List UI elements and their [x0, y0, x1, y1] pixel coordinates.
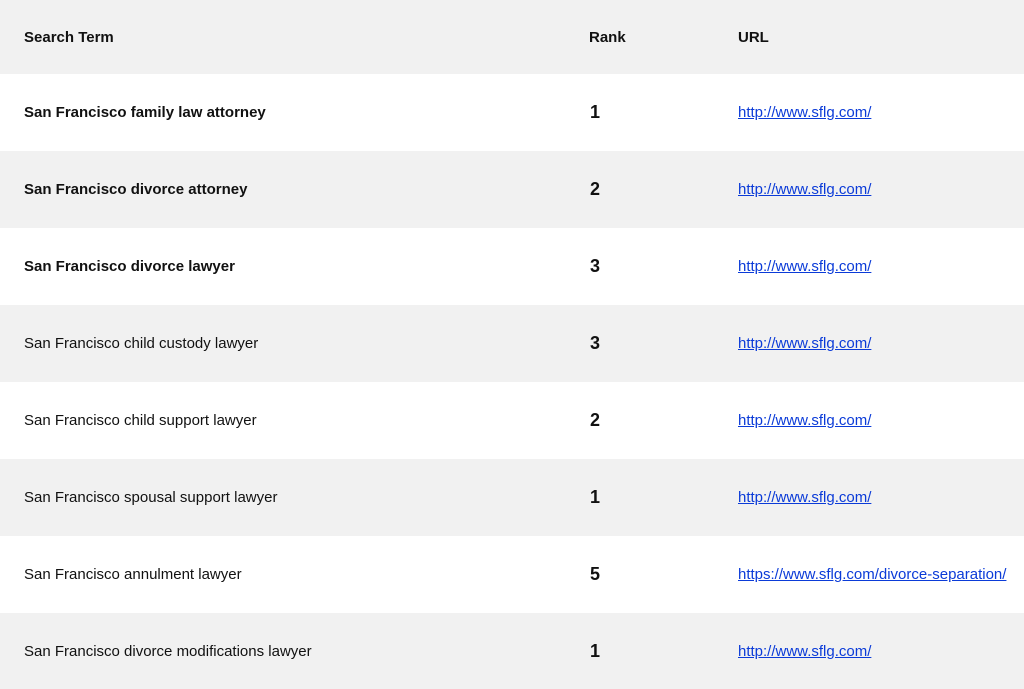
url-link[interactable]: http://www.sflg.com/ [738, 489, 871, 506]
url-link[interactable]: https://www.sflg.com/divorce-separation/ [738, 566, 1006, 583]
search-term-cell: San Francisco spousal support lawyer [24, 489, 278, 506]
rank-cell: 3 [590, 256, 601, 276]
search-term-cell: San Francisco annulment lawyer [24, 566, 242, 583]
rank-cell: 3 [590, 333, 601, 353]
table-row: San Francisco divorce modifications lawy… [0, 613, 1024, 689]
search-term-cell: San Francisco child custody lawyer [24, 335, 259, 352]
url-cell: http://www.sflg.com/ [738, 382, 871, 459]
url-cell: http://www.sflg.com/ [738, 613, 871, 689]
table-row: San Francisco child custody lawyer 3 htt… [0, 305, 1024, 382]
url-link[interactable]: http://www.sflg.com/ [738, 643, 871, 660]
ranking-table: Search Term Rank URL San Francisco famil… [0, 0, 1024, 689]
header-rank: Rank [589, 28, 626, 46]
rank-cell: 5 [590, 564, 601, 584]
table-header-row: Search Term Rank URL [0, 0, 1024, 74]
rank-cell: 1 [590, 641, 601, 661]
url-cell: http://www.sflg.com/ [738, 151, 871, 228]
url-cell: http://www.sflg.com/ [738, 228, 871, 305]
table-row: San Francisco child support lawyer 2 htt… [0, 382, 1024, 459]
url-link[interactable]: http://www.sflg.com/ [738, 258, 871, 275]
table-row: San Francisco divorce attorney 2 http://… [0, 151, 1024, 228]
url-link[interactable]: http://www.sflg.com/ [738, 412, 871, 429]
url-link[interactable]: http://www.sflg.com/ [738, 104, 871, 121]
url-cell: https://www.sflg.com/divorce-separation/ [738, 536, 1006, 613]
url-cell: http://www.sflg.com/ [738, 305, 871, 382]
search-term-cell: San Francisco divorce attorney [24, 181, 248, 198]
rank-cell: 1 [590, 102, 601, 122]
search-term-cell: San Francisco divorce lawyer [24, 258, 235, 275]
table-row: San Francisco divorce lawyer 3 http://ww… [0, 228, 1024, 305]
header-url: URL [738, 28, 769, 46]
table-row: San Francisco spousal support lawyer 1 h… [0, 459, 1024, 536]
url-cell: http://www.sflg.com/ [738, 74, 871, 151]
table-row: San Francisco annulment lawyer 5 https:/… [0, 536, 1024, 613]
table-row: San Francisco family law attorney 1 http… [0, 74, 1024, 151]
search-term-cell: San Francisco child support lawyer [24, 412, 257, 429]
search-term-cell: San Francisco family law attorney [24, 104, 266, 121]
rank-cell: 1 [590, 487, 601, 507]
url-link[interactable]: http://www.sflg.com/ [738, 335, 871, 352]
rank-cell: 2 [590, 410, 601, 430]
header-search-term: Search Term [24, 28, 114, 46]
url-cell: http://www.sflg.com/ [738, 459, 871, 536]
search-term-cell: San Francisco divorce modifications lawy… [24, 643, 312, 660]
url-link[interactable]: http://www.sflg.com/ [738, 181, 871, 198]
rank-cell: 2 [590, 179, 601, 199]
